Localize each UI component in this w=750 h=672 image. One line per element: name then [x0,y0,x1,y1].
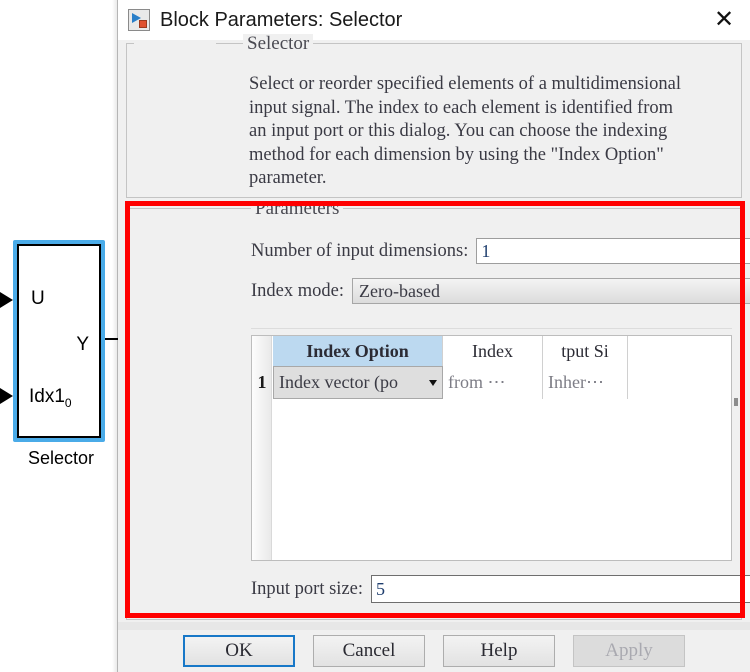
description-group-legend-line [126,43,742,45]
help-button[interactable]: Help [443,635,555,667]
dialog-button-bar: OK Cancel Help Apply [118,630,750,672]
table-header-row: Index Option Index tput Si [273,336,628,366]
block-output-port-label-y: Y [76,334,89,355]
block-input-port-idx-subscript: 0 [64,395,72,410]
table-row-number: 1 [257,372,267,392]
input-port-size-row: Input port size: [251,575,750,603]
dialog-title: Block Parameters: Selector [160,8,403,31]
number-of-input-dimensions-row: Number of input dimensions: [251,238,750,264]
index-mode-row: Index mode: Zero-based [251,278,750,304]
legend-line-left [126,43,134,44]
number-of-input-dimensions-label: Number of input dimensions: [251,240,469,261]
simulink-canvas[interactable]: U Y Idx10 Selector [0,0,135,672]
parameters-group-title: Parameters [251,199,344,218]
table-separator [251,328,732,329]
index-mode-select[interactable]: Zero-based [352,278,750,304]
cell-index-option-text: Index vector (po [279,372,398,392]
description-group-title: Selector [243,34,314,53]
index-options-table[interactable]: Index Option Index tput Si 1 Index vecto… [251,335,732,561]
cancel-button[interactable]: Cancel [313,635,425,667]
ok-button[interactable]: OK [183,635,295,667]
block-input-port-label-u: U [31,288,45,309]
cell-output-size[interactable]: Inher⋯ [543,366,628,399]
block-parameters-dialog: Block Parameters: Selector ✕ Selector Se… [118,0,750,672]
simulink-icon-square [139,20,147,28]
close-icon[interactable]: ✕ [704,4,744,36]
input-port-size-label: Input port size: [251,578,364,599]
apply-button: Apply [573,635,685,667]
table-row[interactable]: Index vector (po from ⋯ Inher⋯ [273,366,628,399]
dialog-titlebar: Block Parameters: Selector ✕ [118,0,750,40]
block-input-port-idx-text: Idx1 [29,386,65,407]
input-port-size-input[interactable] [371,575,750,603]
index-mode-label: Index mode: [251,280,344,301]
description-text: Select or reorder specified elements of … [249,74,682,189]
index-mode-selected-value: Zero-based [359,280,440,301]
table-scrollbar[interactable] [734,398,738,406]
cell-index-option[interactable]: Index vector (po [273,366,443,399]
table-header-index[interactable]: Index [443,336,543,366]
block-body[interactable]: U Y Idx10 [17,244,101,438]
dialog-footer-divider [118,622,750,630]
screen: U Y Idx10 Selector Block Parameters: Sel… [0,0,750,672]
block-input-port-label-idx1: Idx10 [29,386,72,410]
block-name-label: Selector [27,448,95,468]
table-header-output-size[interactable]: tput Si [543,336,628,366]
cell-index[interactable]: from ⋯ [443,366,543,399]
simulink-block-icon [128,9,150,31]
table-header-index-option[interactable]: Index Option [273,336,443,366]
chevron-down-icon[interactable] [429,379,437,386]
input-port-arrow-1-icon [0,292,13,308]
input-port-arrow-2-icon [0,388,13,404]
number-of-input-dimensions-input[interactable] [476,238,750,264]
